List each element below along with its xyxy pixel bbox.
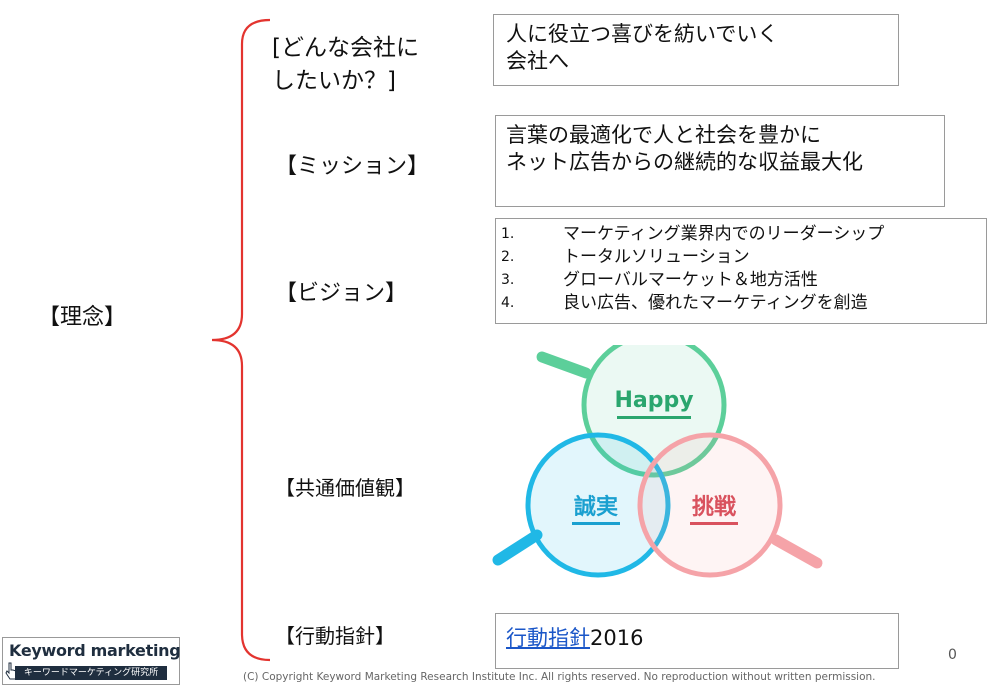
action-label: 【行動指針】 bbox=[275, 624, 395, 648]
vision-item-number: 4. bbox=[501, 295, 515, 311]
vision-item-number: 1. bbox=[501, 226, 515, 242]
company-question-line1: [どんな会社に bbox=[272, 35, 419, 61]
vision-item-text: 良い広告、優れたマーケティングを創造 bbox=[563, 293, 868, 313]
vision-item-text: グローバルマーケット＆地方活性 bbox=[563, 270, 818, 290]
vision-item: 4. 良い広告、優れたマーケティングを創造 bbox=[496, 292, 986, 315]
vision-item-number: 3. bbox=[501, 272, 515, 288]
vision-label: 【ビジョン】 bbox=[275, 281, 408, 306]
mission-box: 言葉の最適化で人と社会を豊かに ネット広告からの継続的な収益最大化 bbox=[495, 115, 945, 207]
company-box-text: 人に役立つ喜びを紡いでいく 会社へ bbox=[506, 22, 779, 73]
company-question-line2: したいか？] bbox=[272, 68, 396, 94]
action-year: 2016 bbox=[590, 626, 644, 650]
vision-item-text: トータルソリューション bbox=[563, 247, 750, 267]
page-number: 0 bbox=[948, 647, 957, 663]
seijitsu-handle bbox=[492, 529, 543, 566]
action-box-content: 行動指針2016 bbox=[496, 614, 898, 652]
logo-subtitle: キーワードマーケティング研究所 bbox=[15, 666, 167, 680]
company-box: 人に役立つ喜びを紡いでいく 会社へ bbox=[493, 14, 899, 86]
happy-underline bbox=[617, 416, 691, 419]
action-guideline-link[interactable]: 行動指針 bbox=[506, 626, 590, 650]
mission-box-text: 言葉の最適化で人と社会を豊かに ネット広告からの継続的な収益最大化 bbox=[506, 123, 863, 174]
vision-item-number: 2. bbox=[501, 249, 515, 265]
logo-title: Keyword marketing bbox=[9, 641, 181, 660]
action-box: 行動指針2016 bbox=[495, 613, 899, 669]
chousen-underline bbox=[690, 522, 738, 525]
chousen-handle bbox=[770, 534, 823, 569]
copyright-footer: (C) Copyright Keyword Marketing Research… bbox=[243, 671, 876, 683]
values-label: 【共通価値観】 bbox=[275, 476, 415, 500]
vision-list: 1. マーケティング業界内でのリーダーシップ 2. トータルソリューション 3. グロ… bbox=[496, 219, 986, 315]
mission-label: 【ミッション】 bbox=[275, 154, 430, 179]
vision-item-text: マーケティング業界内でのリーダーシップ bbox=[563, 224, 885, 244]
vision-item: 2. トータルソリューション bbox=[496, 246, 986, 269]
happy-handle bbox=[536, 351, 592, 379]
happy-text: Happy bbox=[614, 388, 693, 413]
chousen-text: 挑戦 bbox=[692, 495, 737, 520]
seijitsu-underline bbox=[572, 522, 620, 525]
vision-item: 1. マーケティング業界内でのリーダーシップ bbox=[496, 223, 986, 246]
bracket-brace bbox=[211, 18, 271, 662]
seijitsu-text: 誠実 bbox=[574, 494, 618, 520]
company-logo: Keyword marketing キーワードマーケティング研究所 bbox=[2, 637, 181, 685]
values-diagram: Happy 誠実 挑戦 bbox=[492, 345, 823, 578]
rinen-label: 【理念】 bbox=[38, 305, 127, 330]
vision-item: 3. グローバルマーケット＆地方活性 bbox=[496, 269, 986, 292]
vision-box: 1. マーケティング業界内でのリーダーシップ 2. トータルソリューション 3. グロ… bbox=[495, 218, 987, 324]
